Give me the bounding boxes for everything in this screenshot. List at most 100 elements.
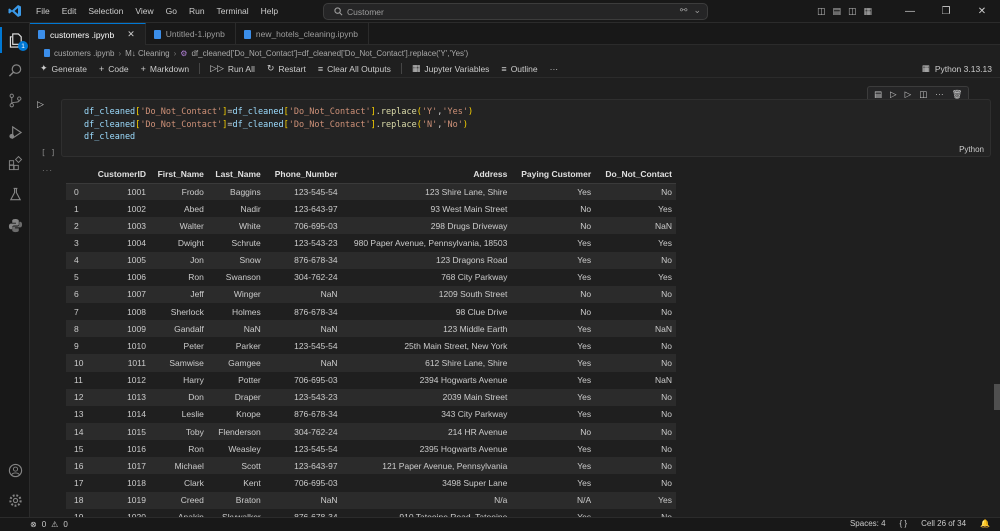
- restart-button[interactable]: ↻ Restart: [265, 63, 308, 74]
- tab-new-hotels-cleaning[interactable]: new_hotels_cleaning.ipynb: [236, 23, 369, 45]
- dataframe-table: CustomerID First_Name Last_Name Phone_Numbe…: [66, 166, 676, 517]
- error-count: 0: [41, 520, 47, 529]
- toggle-primary-sidebar-icon[interactable]: ◫: [817, 6, 826, 17]
- table-cell: 768 City Parkway: [341, 268, 512, 286]
- table-cell: 123-545-54: [264, 183, 342, 201]
- table-cell: Yes: [511, 251, 596, 269]
- row-index: 14: [66, 422, 94, 441]
- menu-bar: File Edit Selection View Go Run Terminal…: [30, 6, 284, 16]
- extensions-icon[interactable]: [0, 150, 30, 176]
- python-icon[interactable]: [0, 212, 30, 238]
- restore-icon[interactable]: ❐: [928, 6, 964, 17]
- language-braces-status[interactable]: { }: [900, 519, 908, 528]
- manage-gear-icon[interactable]: [0, 487, 30, 513]
- table-cell: Yes: [511, 234, 596, 252]
- table-cell: 980 Paper Avenue, Pennsylvania, 18503: [341, 234, 512, 252]
- notifications-bell-icon[interactable]: 🔔: [980, 519, 990, 528]
- menu-file[interactable]: File: [30, 6, 56, 16]
- menu-edit[interactable]: Edit: [56, 6, 83, 16]
- table-row: 1 1002 Abed Nadir 123-643-97 93 West Main Str…: [66, 200, 676, 218]
- table-cell: No: [595, 388, 676, 406]
- indentation-status[interactable]: Spaces: 4: [850, 519, 886, 528]
- warning-icon: ⚠: [51, 520, 59, 529]
- clear-all-icon: ≡: [317, 63, 324, 74]
- table-cell: 1012: [93, 371, 150, 389]
- split-cell-icon[interactable]: ◫: [919, 89, 927, 100]
- jupyter-variables-button[interactable]: ▦ Jupyter Variables: [410, 63, 492, 74]
- table-cell: 1008: [93, 302, 150, 321]
- breadcrumb-file[interactable]: customers .ipynb: [54, 49, 114, 58]
- run-by-line-icon[interactable]: ▤: [874, 89, 882, 100]
- clear-all-outputs-button[interactable]: ≡ Clear All Outputs: [316, 64, 393, 74]
- error-icon: ⊗: [30, 520, 37, 529]
- run-debug-icon[interactable]: [0, 119, 30, 145]
- cell-position-status[interactable]: Cell 26 of 34: [921, 519, 966, 528]
- run-cell-icon[interactable]: ▷: [37, 99, 44, 110]
- table-cell: Yes: [511, 337, 596, 355]
- cell-language-label[interactable]: Python: [959, 145, 984, 154]
- table-cell: 1013: [93, 388, 150, 406]
- code-text[interactable]: df_cleaned['Do_Not_Contact']=df_cleaned[…: [84, 106, 473, 144]
- customize-layout-icon[interactable]: ▦: [863, 6, 872, 17]
- execute-below-icon[interactable]: ▷: [905, 89, 912, 100]
- toolbar-divider: [400, 63, 402, 74]
- breadcrumb-section[interactable]: M↓ Cleaning: [125, 49, 169, 58]
- tab-label: customers .ipynb: [50, 29, 115, 40]
- output-actions-icon[interactable]: ···: [42, 166, 53, 175]
- outline-button[interactable]: ≡ Outline: [499, 64, 539, 74]
- menu-terminal[interactable]: Terminal: [211, 6, 255, 16]
- breadcrumb-cell[interactable]: df_cleaned['Do_Not_Contact']=df_cleaned[…: [191, 49, 468, 58]
- table-cell: 1003: [93, 217, 150, 235]
- code-cell-editor[interactable]: df_cleaned['Do_Not_Contact']=df_cleaned[…: [61, 99, 991, 157]
- row-index: 4: [66, 251, 94, 269]
- table-cell: 1016: [93, 440, 150, 458]
- table-row: 4 1005 Jon Snow 876-678-34 123 Dragons Road Ye…: [66, 251, 676, 269]
- row-index: 9: [66, 337, 94, 355]
- account-icon[interactable]: [0, 457, 30, 483]
- search-view-icon[interactable]: [0, 57, 30, 83]
- table-cell: Parker: [207, 337, 265, 355]
- delete-cell-icon[interactable]: 🗑: [952, 89, 963, 100]
- menu-view[interactable]: View: [129, 6, 159, 16]
- table-cell: No: [595, 285, 676, 303]
- run-all-button[interactable]: ▷▷ Run All: [208, 63, 257, 74]
- column-header: First_Name: [149, 166, 208, 184]
- more-actions-button[interactable]: ···: [548, 64, 561, 74]
- table-cell: Yes: [511, 371, 596, 389]
- explorer-icon[interactable]: 1: [0, 27, 30, 53]
- table-row: 191020AnakinSkywalker876-678-34910 Tatoo…: [66, 508, 676, 517]
- menu-help[interactable]: Help: [255, 6, 284, 16]
- table-cell: Yes: [511, 457, 596, 475]
- generate-button[interactable]: ✦ Generate: [38, 63, 89, 74]
- execute-above-icon[interactable]: ▷: [890, 89, 897, 100]
- editor-scrollbar[interactable]: [994, 384, 1000, 410]
- source-control-icon[interactable]: [0, 87, 30, 113]
- toggle-panel-icon[interactable]: ▤: [832, 6, 841, 17]
- command-center-search[interactable]: Customer ⚯ ⌄: [323, 3, 708, 20]
- table-cell: 1020: [93, 508, 150, 517]
- menu-go[interactable]: Go: [160, 6, 183, 16]
- table-cell: NaN: [595, 320, 676, 338]
- table-row: 16 1017 Michael Scott 123-643-97 121 Paper Av…: [66, 457, 676, 475]
- toggle-secondary-sidebar-icon[interactable]: ◫: [848, 6, 857, 17]
- menu-run[interactable]: Run: [183, 6, 211, 16]
- chevron-down-icon[interactable]: ⌄: [693, 5, 701, 16]
- more-cell-actions-icon[interactable]: ···: [935, 89, 944, 99]
- kernel-label: Python 3.13.13: [934, 63, 992, 74]
- tab-customers[interactable]: customers .ipynb ✕: [30, 23, 146, 45]
- table-row: 9 1010 Peter Parker 123-545-54 25th Main Stre…: [66, 337, 676, 355]
- minimize-icon[interactable]: —: [892, 6, 928, 17]
- menu-selection[interactable]: Selection: [82, 6, 129, 16]
- kernel-picker[interactable]: ▦ Python 3.13.13: [922, 63, 992, 74]
- table-cell: Anakin: [149, 508, 208, 517]
- add-code-button[interactable]: + Code: [97, 64, 131, 74]
- add-markdown-button[interactable]: + Markdown: [139, 64, 191, 74]
- testing-icon[interactable]: [0, 181, 30, 207]
- sparkle-icon: ✦: [40, 63, 48, 73]
- tab-untitled[interactable]: Untitled-1.ipynb: [146, 23, 236, 45]
- close-window-icon[interactable]: ✕: [964, 6, 1000, 17]
- copilot-icon[interactable]: ⚯: [680, 5, 688, 16]
- problems-indicator[interactable]: ⊗ 0 ⚠ 0: [30, 520, 68, 529]
- close-tab-icon[interactable]: ✕: [127, 29, 135, 40]
- editor-tabs: customers .ipynb ✕ Untitled-1.ipynb new_…: [30, 23, 1000, 45]
